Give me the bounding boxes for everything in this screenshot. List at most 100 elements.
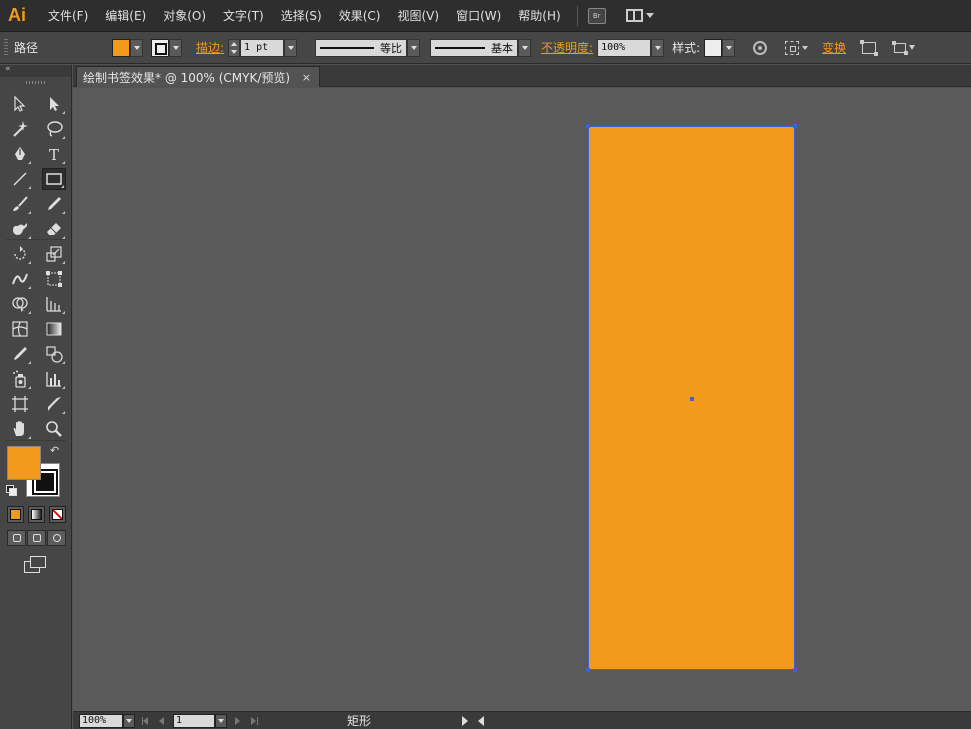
- eraser-tool-icon[interactable]: [42, 218, 66, 240]
- default-fill-stroke-icon[interactable]: [6, 485, 17, 496]
- panel-grip[interactable]: [26, 81, 46, 84]
- last-artboard-icon[interactable]: [249, 716, 259, 726]
- menu-type[interactable]: 文字(T): [223, 7, 264, 24]
- chevron-down-icon[interactable]: [123, 713, 135, 728]
- graphic-style-dropdown[interactable]: [704, 38, 736, 57]
- menu-select[interactable]: 选择(S): [281, 7, 322, 24]
- anchor-point[interactable]: [793, 668, 797, 672]
- artboard-tool-icon[interactable]: [8, 393, 32, 415]
- tools-panel-header: «: [0, 64, 71, 77]
- stroke-color-dropdown[interactable]: [151, 38, 182, 57]
- blob-brush-tool-icon[interactable]: [8, 218, 32, 240]
- type-tool-icon[interactable]: T: [42, 143, 66, 165]
- blend-tool-icon[interactable]: [42, 343, 66, 365]
- previous-artboard-icon[interactable]: [157, 716, 167, 726]
- recolor-artwork-button[interactable]: [753, 40, 768, 55]
- scale-tool-icon[interactable]: [42, 243, 66, 265]
- horizontal-scrollbar[interactable]: [488, 713, 971, 728]
- slice-tool-icon[interactable]: [42, 393, 66, 415]
- fill-color-box[interactable]: [7, 446, 41, 480]
- hand-tool-icon[interactable]: [8, 418, 32, 440]
- chevron-down-icon[interactable]: [284, 38, 298, 57]
- artboard-number-field[interactable]: 1: [173, 713, 215, 728]
- selected-rectangle[interactable]: [586, 124, 797, 672]
- gradient-mode-button[interactable]: [28, 506, 45, 523]
- status-menu-icon[interactable]: [462, 715, 468, 726]
- menu-file[interactable]: 文件(F): [48, 7, 88, 24]
- color-mode-button[interactable]: [7, 506, 24, 523]
- shape-builder-tool-icon[interactable]: [8, 293, 32, 315]
- screen-mode-icon[interactable]: [24, 556, 46, 573]
- swap-fill-stroke-icon[interactable]: ↶: [50, 444, 59, 457]
- menu-view[interactable]: 视图(V): [397, 7, 439, 24]
- stroke-weight-stepper[interactable]: 1 pt: [228, 38, 298, 57]
- magic-wand-tool-icon[interactable]: [8, 118, 32, 140]
- chevron-down-icon[interactable]: [130, 38, 143, 57]
- zoom-field[interactable]: 100%: [79, 713, 123, 728]
- rectangle-tool-icon[interactable]: [42, 168, 66, 190]
- selection-tool-icon[interactable]: [8, 93, 32, 115]
- control-bar: 路径 描边: 1 pt 等比 基本 不透明度: 100% 样式: 变换: [0, 32, 971, 64]
- panel-options-button[interactable]: [892, 40, 916, 55]
- stroke-panel-link[interactable]: 描边:: [196, 39, 224, 56]
- fill-color-dropdown[interactable]: [112, 38, 143, 57]
- rotate-tool-icon[interactable]: [8, 243, 32, 265]
- anchor-point[interactable]: [586, 124, 590, 128]
- align-to-button[interactable]: [785, 40, 809, 55]
- symbol-sprayer-tool-icon[interactable]: [8, 368, 32, 390]
- chevron-down-icon[interactable]: [722, 38, 736, 57]
- close-icon[interactable]: ×: [302, 71, 311, 84]
- line-segment-tool-icon[interactable]: [8, 168, 32, 190]
- brush-definition-dropdown[interactable]: 基本: [430, 38, 532, 57]
- free-transform-tool-icon[interactable]: [42, 268, 66, 290]
- none-mode-button[interactable]: [49, 506, 66, 523]
- arrange-documents-button[interactable]: [625, 9, 654, 22]
- menu-object[interactable]: 对象(O): [163, 7, 206, 24]
- scroll-left-icon[interactable]: [478, 715, 484, 726]
- opacity-panel-link[interactable]: 不透明度:: [541, 39, 593, 56]
- chevron-down-icon[interactable]: [169, 38, 182, 57]
- fill-swatch[interactable]: [112, 38, 130, 57]
- menu-help[interactable]: 帮助(H): [518, 7, 560, 24]
- document-tab[interactable]: 绘制书签效果* @ 100% (CMYK/预览) ×: [76, 66, 320, 87]
- variable-width-profile-dropdown[interactable]: 等比: [315, 38, 421, 57]
- draw-inside-button[interactable]: [47, 530, 66, 546]
- bridge-button[interactable]: Br: [587, 7, 606, 24]
- direct-selection-tool-icon[interactable]: [42, 93, 66, 115]
- stroke-swatch[interactable]: [151, 38, 169, 57]
- anchor-point[interactable]: [586, 668, 590, 672]
- perspective-grid-tool-icon[interactable]: [42, 293, 66, 315]
- stroke-weight-field[interactable]: 1 pt: [240, 38, 285, 57]
- first-artboard-icon[interactable]: [141, 716, 151, 726]
- column-graph-tool-icon[interactable]: [42, 368, 66, 390]
- anchor-point[interactable]: [793, 124, 797, 128]
- graphic-style-swatch[interactable]: [704, 38, 723, 57]
- paintbrush-tool-icon[interactable]: [8, 193, 32, 215]
- menu-window[interactable]: 窗口(W): [456, 7, 501, 24]
- gradient-tool-icon[interactable]: [42, 318, 66, 340]
- transform-panel-link[interactable]: 变换: [822, 39, 846, 56]
- mesh-tool-icon[interactable]: [8, 318, 32, 340]
- draw-behind-button[interactable]: [27, 530, 46, 546]
- next-artboard-icon[interactable]: [233, 716, 243, 726]
- panel-grip[interactable]: [4, 38, 8, 57]
- opacity-dropdown[interactable]: 100%: [597, 38, 665, 57]
- zoom-tool-icon[interactable]: [42, 418, 66, 440]
- menu-edit[interactable]: 编辑(E): [105, 7, 146, 24]
- chevron-down-icon[interactable]: [651, 38, 665, 57]
- draw-normal-button[interactable]: [7, 530, 26, 546]
- eyedropper-tool-icon[interactable]: [8, 343, 32, 365]
- collapse-panel-icon[interactable]: «: [5, 64, 11, 74]
- transform-button[interactable]: [860, 39, 879, 56]
- menu-effect[interactable]: 效果(C): [339, 7, 381, 24]
- pencil-tool-icon[interactable]: [42, 193, 66, 215]
- stepper-arrows[interactable]: [228, 38, 241, 57]
- chevron-down-icon[interactable]: [407, 38, 421, 57]
- pen-tool-icon[interactable]: [8, 143, 32, 165]
- warp-tool-icon[interactable]: [8, 268, 32, 290]
- lasso-tool-icon[interactable]: [42, 118, 66, 140]
- chevron-down-icon[interactable]: [215, 713, 227, 728]
- opacity-field[interactable]: 100%: [597, 38, 652, 57]
- chevron-down-icon[interactable]: [518, 38, 532, 57]
- artboard-canvas[interactable]: [73, 88, 971, 711]
